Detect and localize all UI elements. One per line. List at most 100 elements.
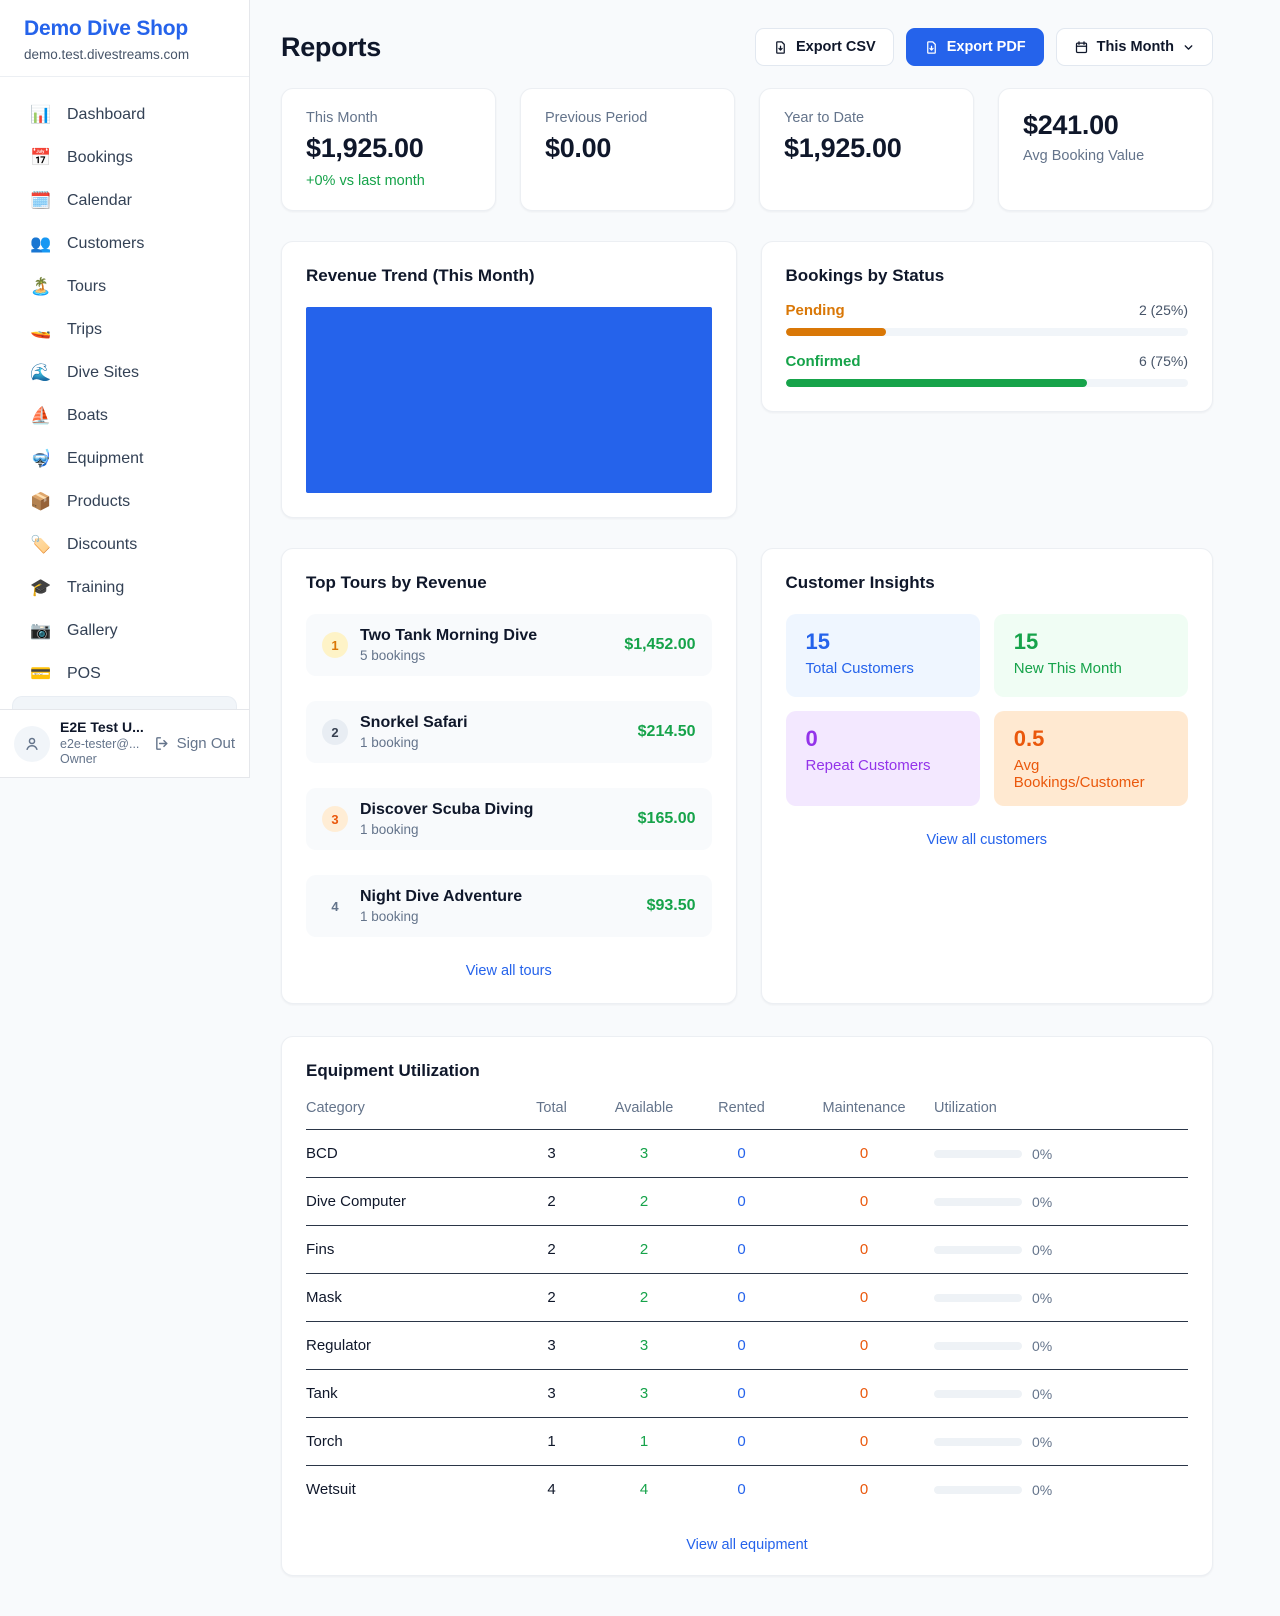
export-pdf-button[interactable]: Export PDF: [906, 28, 1044, 66]
tour-row: 2 Snorkel Safari 1 booking $214.50: [306, 701, 712, 763]
progress-track: [786, 328, 1189, 336]
cell-category: Wetsuit: [306, 1481, 504, 1498]
tour-name: Night Dive Adventure: [360, 888, 522, 906]
sidebar-item-trips[interactable]: 🚤 Trips: [0, 308, 249, 351]
stats-row: This Month $1,925.00 +0% vs last month P…: [281, 88, 1213, 211]
sidebar-item-boats[interactable]: ⛵ Boats: [0, 394, 249, 437]
cell-available: 2: [599, 1241, 689, 1258]
tile-value: 0.5: [1014, 726, 1168, 752]
sidebar-item-label: Equipment: [67, 450, 144, 468]
sidebar-item-tours[interactable]: 🏝️ Tours: [0, 265, 249, 308]
tour-revenue: $1,452.00: [624, 636, 695, 654]
sidebar-item-training[interactable]: 🎓 Training: [0, 566, 249, 609]
utilization-bar: [934, 1294, 1022, 1302]
period-dropdown[interactable]: This Month: [1056, 28, 1213, 66]
cell-available: 3: [599, 1337, 689, 1354]
person-icon: [23, 735, 41, 753]
stat-value: $241.00: [1023, 110, 1188, 141]
col-header-utilization: Utilization: [934, 1100, 1188, 1116]
utilization-pct: 0%: [1032, 1482, 1052, 1498]
customer-insights-title: Customer Insights: [786, 573, 1189, 593]
sidebar-item-label: Bookings: [67, 149, 133, 167]
utilization-bar: [934, 1150, 1022, 1158]
tour-row: 3 Discover Scuba Diving 1 booking $165.0…: [306, 788, 712, 850]
file-download-icon: [773, 40, 788, 55]
header-actions: Export CSV Export PDF This Month: [755, 28, 1213, 66]
sidebar-item-gallery[interactable]: 📷 Gallery: [0, 609, 249, 652]
sidebar-item-label: Customers: [67, 235, 144, 253]
sidebar-item-label: Discounts: [67, 536, 137, 554]
charts-row: Revenue Trend (This Month) Bookings by S…: [281, 241, 1213, 518]
chevron-down-icon: [1182, 41, 1195, 54]
export-pdf-label: Export PDF: [947, 39, 1026, 55]
col-header-rented: Rented: [689, 1100, 794, 1116]
sidebar-item-products[interactable]: 📦 Products: [0, 480, 249, 523]
cell-category: Regulator: [306, 1337, 504, 1354]
view-all-customers-link[interactable]: View all customers: [786, 832, 1189, 848]
stat-card-avg-booking-value: $241.00 Avg Booking Value: [998, 88, 1213, 211]
progress-fill-pending: [786, 328, 887, 336]
people-icon: 👥: [30, 234, 52, 254]
tile-label: Total Customers: [806, 660, 960, 677]
sidebar-item-label: Tours: [67, 278, 106, 296]
stat-card-previous-period: Previous Period $0.00: [520, 88, 735, 211]
utilization-pct: 0%: [1032, 1338, 1052, 1354]
utilization-pct: 0%: [1032, 1194, 1052, 1210]
bookings-by-status-title: Bookings by Status: [786, 266, 1189, 286]
view-all-tours-link[interactable]: View all tours: [306, 963, 712, 979]
utilization-pct: 0%: [1032, 1242, 1052, 1258]
equipment-utilization-title: Equipment Utilization: [306, 1061, 1188, 1081]
period-label: This Month: [1097, 39, 1174, 55]
stat-label: Year to Date: [784, 110, 949, 126]
credit-card-icon: 💳: [30, 664, 52, 684]
stat-label: This Month: [306, 110, 471, 126]
cell-maintenance: 0: [794, 1289, 934, 1306]
status-row-confirmed: Confirmed 6 (75%): [786, 353, 1189, 387]
sidebar-item-label: Trips: [67, 321, 102, 339]
export-csv-button[interactable]: Export CSV: [755, 28, 894, 66]
cell-utilization: 0%: [934, 1386, 1188, 1402]
sidebar-item-label: Boats: [67, 407, 108, 425]
cell-category: Dive Computer: [306, 1193, 504, 1210]
sidebar-item-dashboard[interactable]: 📊 Dashboard: [0, 93, 249, 136]
cell-total: 1: [504, 1433, 599, 1450]
rank-badge: 1: [322, 632, 348, 658]
sidebar-item-pos[interactable]: 💳 POS: [0, 652, 249, 695]
cell-category: Torch: [306, 1433, 504, 1450]
cell-rented: 0: [689, 1337, 794, 1354]
sidebar-item-customers[interactable]: 👥 Customers: [0, 222, 249, 265]
cell-rented: 0: [689, 1433, 794, 1450]
stat-value: $1,925.00: [784, 133, 949, 164]
tour-revenue: $165.00: [638, 810, 696, 828]
cell-rented: 0: [689, 1481, 794, 1498]
table-row: Fins 2 2 0 0 0%: [306, 1226, 1188, 1274]
sidebar-item-calendar[interactable]: 🗓️ Calendar: [0, 179, 249, 222]
cell-rented: 0: [689, 1385, 794, 1402]
tour-bookings: 1 booking: [360, 909, 522, 924]
cell-total: 2: [504, 1193, 599, 1210]
status-count: 6 (75%): [1139, 353, 1188, 369]
sidebar-item-discounts[interactable]: 🏷️ Discounts: [0, 523, 249, 566]
cell-maintenance: 0: [794, 1193, 934, 1210]
user-meta: E2E Test U... e2e-tester@... Owner: [60, 719, 144, 768]
cell-rented: 0: [689, 1289, 794, 1306]
sidebar-item-bookings[interactable]: 📅 Bookings: [0, 136, 249, 179]
tile-avg-bookings-customer: 0.5 Avg Bookings/Customer: [994, 711, 1188, 806]
progress-track: [786, 379, 1189, 387]
sidebar: Demo Dive Shop demo.test.divestreams.com…: [0, 0, 250, 778]
cell-category: BCD: [306, 1145, 504, 1162]
utilization-pct: 0%: [1032, 1290, 1052, 1306]
bar-chart-icon: 📊: [30, 105, 52, 125]
sign-out-button[interactable]: Sign Out: [154, 735, 235, 752]
sidebar-item-label: Products: [67, 493, 130, 511]
wave-icon: 🌊: [30, 363, 52, 383]
cell-available: 3: [599, 1385, 689, 1402]
logout-icon: [154, 735, 171, 752]
cell-utilization: 0%: [934, 1242, 1188, 1258]
sidebar-item-dive-sites[interactable]: 🌊 Dive Sites: [0, 351, 249, 394]
sidebar-item-equipment[interactable]: 🤿 Equipment: [0, 437, 249, 480]
tour-bookings: 1 booking: [360, 735, 468, 750]
cell-rented: 0: [689, 1193, 794, 1210]
active-nav-pill-partial: [12, 696, 237, 709]
view-all-equipment-link[interactable]: View all equipment: [306, 1537, 1188, 1553]
